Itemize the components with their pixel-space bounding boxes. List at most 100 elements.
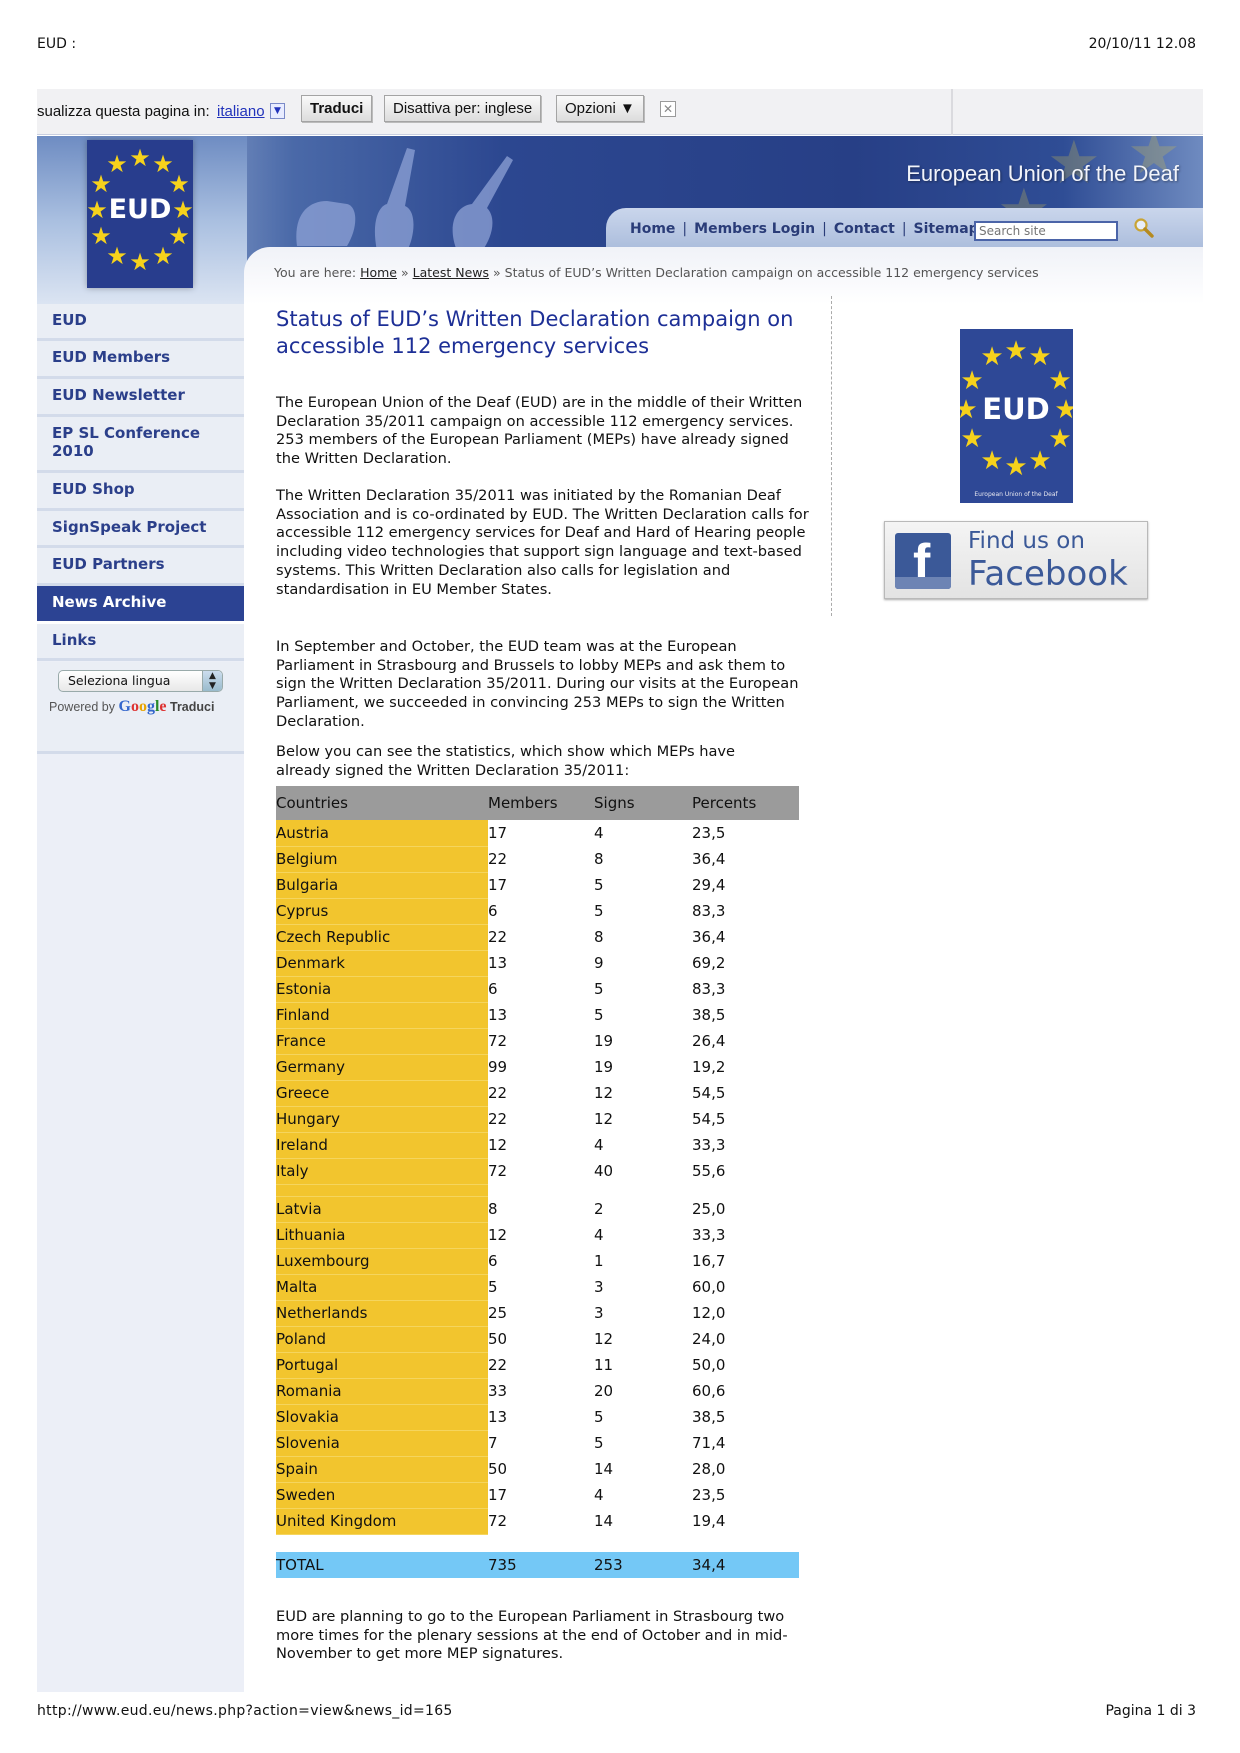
cell-signs: 1 <box>594 1252 604 1270</box>
cell-percents: 36,4 <box>692 850 726 868</box>
cell-signs: 11 <box>594 1356 614 1374</box>
column-divider <box>831 296 832 616</box>
cell-members: 12 <box>488 1136 508 1154</box>
cell-signs: 4 <box>594 824 604 842</box>
cell-percents: 55,6 <box>692 1162 726 1180</box>
cell-members: 13 <box>488 1408 508 1426</box>
cell-country: Slovenia <box>276 1430 488 1457</box>
logo-text: EUD <box>982 392 1049 426</box>
disable-translation-button[interactable]: Disattiva per: inglese <box>384 95 542 122</box>
svg-text:★: ★ <box>1048 366 1071 396</box>
facebook-badge[interactable]: f Find us on Facebook <box>884 521 1148 599</box>
options-button[interactable]: Opzioni ▼ <box>556 95 644 122</box>
cell-country: Luxembourg <box>276 1248 488 1275</box>
google-logo: Google <box>118 698 167 715</box>
article-paragraph: Below you can see the statistics, which … <box>276 743 736 779</box>
cell-percents: 23,5 <box>692 824 726 842</box>
table-row: Sweden 17 4 23,5 <box>276 1482 799 1509</box>
search-input[interactable] <box>974 221 1118 241</box>
cell-percents: 24,0 <box>692 1330 726 1348</box>
eu-stars-logo-icon: ★★ ★ ★ ★ ★ ★ ★ ★ ★ ★★ EUD European Union of t… <box>954 336 1077 498</box>
cell-members: 12 <box>488 1226 508 1244</box>
cell-members: 25 <box>488 1304 508 1322</box>
sidebar-item-eud-newsletter[interactable]: EUD Newsletter <box>37 379 244 417</box>
sidebar-item-news-archive[interactable]: News Archive <box>37 586 244 624</box>
cell-signs: 3 <box>594 1304 604 1322</box>
cell-members: 17 <box>488 824 508 842</box>
cell-members: 33 <box>488 1382 508 1400</box>
facebook-label: Facebook <box>968 554 1128 594</box>
cell-signs: 5 <box>594 902 604 920</box>
cell-percents: 54,5 <box>692 1110 726 1128</box>
logo-text: EUD <box>109 194 172 225</box>
breadcrumb-latest-news[interactable]: Latest News <box>413 265 489 280</box>
breadcrumb-home[interactable]: Home <box>360 265 397 280</box>
svg-text:★: ★ <box>129 144 151 172</box>
cell-signs: 19 <box>594 1058 614 1076</box>
header-signs: Signs <box>594 786 692 820</box>
svg-text:★: ★ <box>980 342 1003 372</box>
svg-text:★: ★ <box>1004 452 1027 482</box>
nav-home[interactable]: Home <box>630 221 675 237</box>
traduci-link[interactable]: Traduci <box>170 700 214 714</box>
table-row: Czech Republic 22 8 36,4 <box>276 924 799 951</box>
svg-text:★: ★ <box>980 446 1003 476</box>
language-dropdown-icon[interactable]: ▼ <box>270 103 285 119</box>
cell-percents: 69,2 <box>692 954 726 972</box>
search-icon[interactable] <box>1133 217 1155 239</box>
cell-signs: 8 <box>594 850 604 868</box>
close-icon[interactable]: ✕ <box>660 101 676 117</box>
cell-country: Spain <box>276 1456 488 1483</box>
table-row: Portugal 22 11 50,0 <box>276 1352 799 1379</box>
cell-country: United Kingdom <box>276 1508 488 1535</box>
cell-signs: 9 <box>594 954 604 972</box>
cell-percents: 25,0 <box>692 1200 726 1218</box>
nav-sitemap[interactable]: Sitemap <box>914 221 979 237</box>
nav-separator: | <box>682 221 688 237</box>
statistics-table: Countries Members Signs Percents Austria… <box>276 786 799 1578</box>
sidebar-item-eud-partners[interactable]: EUD Partners <box>37 548 244 586</box>
cell-members: 8 <box>488 1200 498 1218</box>
translate-button[interactable]: Traduci <box>301 95 373 122</box>
table-row: Estonia 6 5 83,3 <box>276 976 799 1003</box>
cell-country: Ireland <box>276 1132 488 1159</box>
cell-percents: 83,3 <box>692 980 726 998</box>
sidebar-item-eud-shop[interactable]: EUD Shop <box>37 473 244 511</box>
translate-bar-divider <box>951 89 953 135</box>
table-row: Ireland 12 4 33,3 <box>276 1132 799 1159</box>
cell-signs: 2 <box>594 1200 604 1218</box>
nav-contact[interactable]: Contact <box>834 221 895 237</box>
article-paragraph: The European Union of the Deaf (EUD) are… <box>276 394 803 468</box>
eud-logo-sidebar[interactable]: ★ ★ ★ ★ ★ ★ ★ ★ ★ ★ ★ ★ EUD European Union of t… <box>954 329 1078 503</box>
site-title: European Union of the Deaf <box>906 161 1179 186</box>
cell-country: Austria <box>276 820 488 847</box>
nav-separator: | <box>901 221 907 237</box>
table-row: Latvia 8 2 25,0 <box>276 1196 799 1223</box>
sidebar-item-eud[interactable]: EUD <box>37 304 244 341</box>
cell-members: 5 <box>488 1278 498 1296</box>
language-select-value: Seleziona lingua <box>68 673 171 688</box>
language-link[interactable]: italiano <box>217 103 265 120</box>
table-row: Austria 17 4 23,5 <box>276 820 799 847</box>
sidebar-item-links[interactable]: Links <box>37 624 244 661</box>
nav-members-login[interactable]: Members Login <box>694 221 815 237</box>
cell-percents: 16,7 <box>692 1252 726 1270</box>
cell-members: 50 <box>488 1460 508 1478</box>
cell-country: Bulgaria <box>276 872 488 899</box>
sidebar-item-ep-sl-conference[interactable]: EP SL Conference 2010 <box>37 417 244 473</box>
table-row: France 72 19 26,4 <box>276 1028 799 1055</box>
sidebar-item-eud-members[interactable]: EUD Members <box>37 341 244 379</box>
print-footer-page: Pagina 1 di 3 <box>1105 1703 1196 1719</box>
cell-signs: 5 <box>594 980 604 998</box>
header-members: Members <box>488 786 594 820</box>
eud-logo[interactable]: ★ ★ ★ ★ ★ ★ ★ ★ ★ ★ ★ ★ EUD <box>86 140 194 288</box>
cell-signs: 12 <box>594 1110 614 1128</box>
article-paragraph: The Written Declaration 35/2011 was init… <box>276 487 809 598</box>
cell-percents: 33,3 <box>692 1136 726 1154</box>
cell-members: 22 <box>488 1110 508 1128</box>
cell-members: 22 <box>488 850 508 868</box>
language-select[interactable]: Seleziona lingua ▲ ▼ <box>58 670 223 692</box>
cell-members: 72 <box>488 1512 508 1530</box>
sidebar-item-signspeak-project[interactable]: SignSpeak Project <box>37 511 244 548</box>
cell-country: Belgium <box>276 846 488 873</box>
